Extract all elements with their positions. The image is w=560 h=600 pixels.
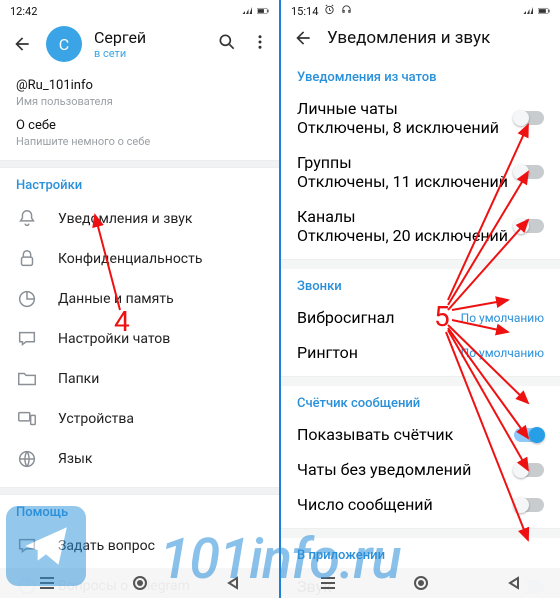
menu-row-folder[interactable]: Папки — [0, 359, 279, 399]
profile-name: Сергей — [94, 28, 205, 47]
setting-Показывать счётчик[interactable]: Показывать счётчик — [281, 417, 560, 452]
toggle[interactable] — [514, 219, 544, 233]
setting-Каналы[interactable]: КаналыОтключены, 20 исключений — [281, 199, 560, 253]
setting-label: Число сообщений — [297, 495, 433, 514]
headphones-icon — [341, 4, 352, 18]
status-icons — [242, 6, 269, 16]
setting-label: Чаты без уведомлений — [297, 460, 471, 479]
setting-value: По умолчанию — [461, 311, 544, 325]
nav-menu-icon[interactable] — [308, 573, 348, 593]
setting-sub: Отключены, 8 исключений — [297, 118, 499, 137]
menu-label: Уведомления и звук — [58, 211, 192, 227]
toggle[interactable] — [514, 498, 544, 512]
nav-back-icon[interactable] — [213, 573, 253, 593]
toggle[interactable] — [514, 165, 544, 179]
setting-Рингтон[interactable]: Рингтон По умолчанию — [281, 335, 560, 370]
search-icon[interactable] — [217, 32, 237, 56]
toggle[interactable] — [514, 428, 544, 442]
menu-row-bell[interactable]: Уведомления и звук — [0, 199, 279, 239]
menu-row-devices[interactable]: Устройства — [0, 399, 279, 439]
profile-status: в сети — [94, 47, 205, 60]
toggle[interactable] — [514, 111, 544, 125]
setting-Число сообщений[interactable]: Число сообщений — [281, 487, 560, 522]
back-button[interactable] — [291, 26, 315, 50]
section-in-app: В приложении — [281, 538, 560, 569]
menu-label: Устройства — [58, 411, 134, 427]
about-sub: Напишите немного о себе — [16, 135, 263, 148]
menu-label: Конфиденциальность — [58, 251, 202, 267]
annotation-4: 4 — [114, 305, 130, 338]
menu-row-chart[interactable]: Данные и память — [0, 279, 279, 319]
setting-label: Личные чаты — [297, 99, 499, 118]
setting-label: Каналы — [297, 207, 508, 226]
status-time: 12:42 — [10, 5, 37, 18]
android-navbar — [281, 568, 560, 598]
nav-home-icon[interactable] — [401, 573, 441, 593]
setting-Группы[interactable]: ГруппыОтключены, 11 исключений — [281, 145, 560, 199]
menu-label: Язык — [58, 451, 92, 467]
setting-value: По умолчанию — [461, 346, 544, 360]
devices-icon — [16, 408, 38, 430]
status-bar: 15:14 — [281, 0, 560, 20]
menu-row-globe[interactable]: Язык — [0, 439, 279, 479]
nav-home-icon[interactable] — [120, 573, 160, 593]
menu-label: Папки — [58, 371, 99, 387]
section-chat-notifications: Уведомления из чатов — [281, 60, 560, 91]
lock-icon — [16, 248, 38, 270]
section-calls: Звонки — [281, 269, 560, 300]
setting-sub: Отключены, 11 исключений — [297, 172, 508, 191]
setting-label: Вибросигнал — [297, 308, 395, 327]
screen-notifications: 15:14 Уведомления и звук Уведомления из … — [281, 0, 560, 598]
menu-row-chat[interactable]: Настройки чатов — [0, 319, 279, 359]
setting-label: Группы — [297, 153, 508, 172]
username-label: Имя пользователя — [16, 95, 263, 108]
page-title: Уведомления и звук — [327, 28, 550, 48]
folder-icon — [16, 368, 38, 390]
watermark-logo — [6, 506, 86, 586]
annotation-5: 5 — [434, 300, 450, 333]
status-icons — [523, 6, 550, 16]
globe-icon — [16, 448, 38, 470]
bell-icon — [16, 208, 38, 230]
alarm-icon — [324, 4, 335, 18]
section-counter: Счётчик сообщений — [281, 386, 560, 417]
avatar[interactable]: C — [46, 26, 82, 62]
setting-Вибросигнал[interactable]: Вибросигнал По умолчанию — [281, 300, 560, 335]
chart-icon — [16, 288, 38, 310]
about-title[interactable]: О себе — [16, 118, 263, 133]
chat-icon — [16, 328, 38, 350]
setting-label: Показывать счётчик — [297, 425, 453, 444]
section-settings: Настройки — [0, 168, 279, 199]
toggle[interactable] — [514, 463, 544, 477]
menu-row-lock[interactable]: Конфиденциальность — [0, 239, 279, 279]
username[interactable]: @Ru_101info — [16, 78, 263, 93]
setting-sub: Отключены, 20 исключений — [297, 226, 508, 245]
nav-back-icon[interactable] — [494, 573, 534, 593]
setting-Личные чаты[interactable]: Личные чатыОтключены, 8 исключений — [281, 91, 560, 145]
back-button[interactable] — [10, 32, 34, 56]
status-time: 15:14 — [291, 5, 318, 18]
setting-label: Рингтон — [297, 343, 358, 362]
more-icon[interactable] — [251, 33, 269, 55]
setting-Чаты без уведомлений[interactable]: Чаты без уведомлений — [281, 452, 560, 487]
status-bar: 12:42 — [0, 0, 279, 20]
